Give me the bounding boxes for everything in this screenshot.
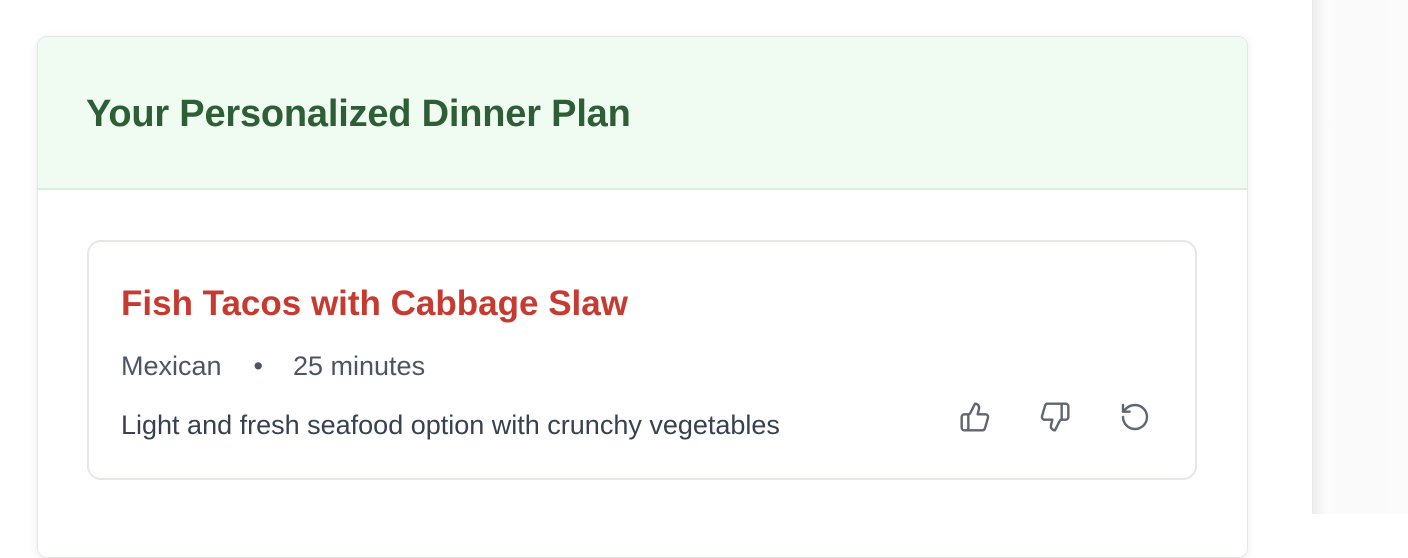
dinner-plan-card: Your Personalized Dinner Plan Fish Tacos… <box>37 36 1248 558</box>
page-title: Your Personalized Dinner Plan <box>86 92 631 135</box>
like-button[interactable] <box>955 397 995 437</box>
meal-actions <box>955 397 1155 437</box>
meal-name: Fish Tacos with Cabbage Slaw <box>121 284 628 323</box>
thumbs-up-icon <box>960 402 990 432</box>
meal-meta: Mexican • 25 minutes <box>121 351 425 382</box>
thumbs-down-icon <box>1040 402 1070 432</box>
meal-description: Light and fresh seafood option with crun… <box>121 410 780 440</box>
meal-time: 25 minutes <box>293 351 426 381</box>
meta-separator: • <box>253 351 263 381</box>
regenerate-button[interactable] <box>1115 397 1155 437</box>
meal-card: Fish Tacos with Cabbage Slaw Mexican • 2… <box>87 240 1197 480</box>
dislike-button[interactable] <box>1035 397 1075 437</box>
plan-header: Your Personalized Dinner Plan <box>38 37 1247 190</box>
side-panel-edge <box>1312 0 1408 514</box>
refresh-icon <box>1121 403 1149 431</box>
meal-cuisine: Mexican <box>121 351 222 381</box>
